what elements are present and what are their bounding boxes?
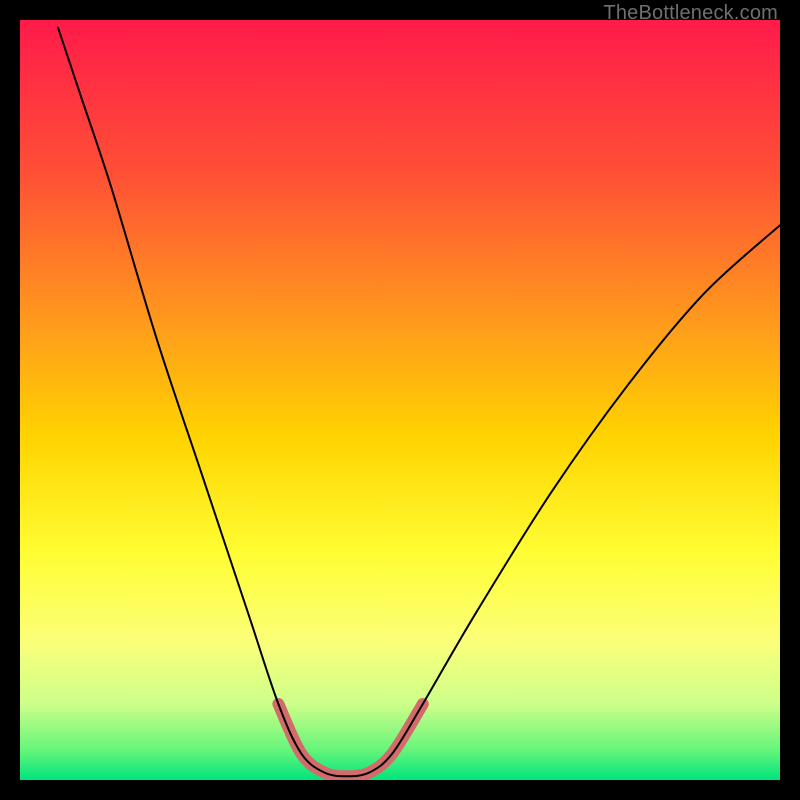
- chart-plot: [20, 20, 780, 780]
- bottleneck-curve-line: [58, 28, 780, 777]
- chart-frame: [20, 20, 780, 780]
- watermark-text: TheBottleneck.com: [603, 2, 778, 25]
